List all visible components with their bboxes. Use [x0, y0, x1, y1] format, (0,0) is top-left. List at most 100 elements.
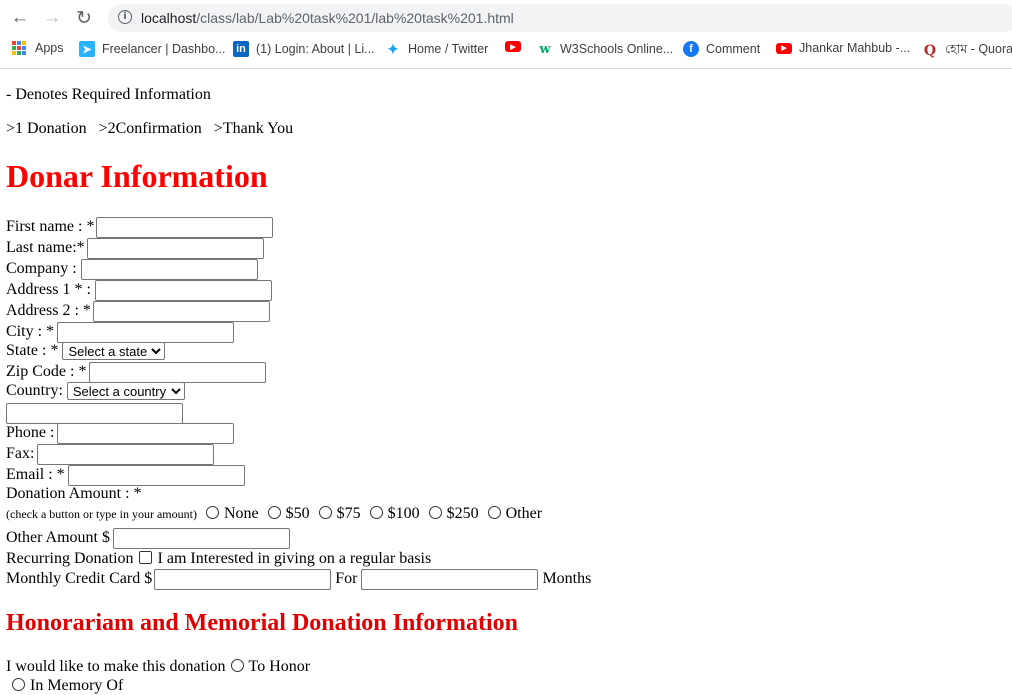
- step-indicator: >1 Donation >2Confirmation >Thank You: [6, 120, 294, 137]
- reload-icon[interactable]: ↻: [72, 6, 96, 30]
- first-name-label: First name : *: [6, 218, 95, 236]
- first-name-row: First name : *: [6, 217, 274, 238]
- twitter-icon: ✦: [387, 40, 399, 57]
- youtube-icon: ▶: [776, 42, 792, 54]
- forward-arrow-icon[interactable]: →: [40, 6, 64, 30]
- amount-label: Other: [505, 505, 543, 522]
- bookmark-youtube[interactable]: ▶: [505, 41, 528, 52]
- url-text: localhost/class/lab/Lab%20task%201/lab%2…: [141, 10, 514, 26]
- donation-hint: (check a button or type in your amount): [6, 507, 197, 521]
- months-input[interactable]: [361, 569, 539, 590]
- in-memory-radio[interactable]: [12, 678, 25, 691]
- recurring-label: Recurring Donation: [6, 550, 134, 567]
- fax-input[interactable]: [37, 444, 215, 465]
- amount-radio-100[interactable]: [369, 506, 383, 519]
- bookmark-freelancer[interactable]: ➤ Freelancer | Dashbo...: [79, 41, 225, 57]
- bookmark-quora[interactable]: Q হোম - Quora: [922, 41, 1012, 61]
- city-row: City : *: [6, 322, 235, 343]
- back-arrow-icon[interactable]: ←: [8, 6, 32, 30]
- to-honor-radio[interactable]: [230, 659, 244, 672]
- country-label: Country:: [6, 382, 63, 399]
- monthly-amount-input[interactable]: [154, 569, 332, 590]
- email-input[interactable]: [67, 465, 245, 486]
- email-label: Email : *: [6, 466, 65, 484]
- last-name-label: Last name:*: [6, 239, 85, 257]
- amount-label: $50: [285, 505, 310, 522]
- other-amount-input[interactable]: [113, 528, 290, 549]
- recurring-row: Recurring Donation I am Interested in giv…: [6, 550, 431, 568]
- required-note: - Denotes Required Information: [6, 86, 211, 103]
- last-name-row: Last name:*: [6, 238, 264, 259]
- bookmark-label: Apps: [35, 41, 64, 55]
- monthly-row: Monthly Credit Card $ For Months: [6, 569, 591, 590]
- site-info-icon[interactable]: i: [118, 10, 132, 24]
- amount-radio-other[interactable]: [487, 506, 501, 519]
- bookmark-linkedin[interactable]: in (1) Login: About | Li...: [233, 41, 375, 57]
- bookmark-label: (1) Login: About | Li...: [256, 42, 375, 56]
- donation-amount-row: (check a button or type in your amount) …: [6, 505, 542, 523]
- bookmark-label: W3Schools Online...: [560, 42, 674, 56]
- state-row: State : * Select a state: [6, 342, 166, 361]
- amount-radio-50[interactable]: [267, 506, 281, 519]
- bookmark-w3schools[interactable]: w W3Schools Online...: [537, 41, 673, 57]
- email-row: Email : *: [6, 465, 245, 486]
- bookmark-label: Freelancer | Dashbo...: [102, 42, 226, 56]
- address2-input[interactable]: [92, 301, 270, 322]
- address-bar[interactable]: i localhost/class/lab/Lab%20task%201/lab…: [108, 4, 1012, 32]
- company-label: Company :: [6, 260, 77, 278]
- phone-row: Phone :: [6, 423, 235, 444]
- url-host: localhost: [141, 10, 197, 26]
- monthly-label: Monthly Credit Card $: [6, 570, 153, 588]
- linkedin-icon: in: [233, 41, 249, 57]
- recurring-checkbox[interactable]: [138, 551, 152, 564]
- city-input[interactable]: [57, 322, 235, 343]
- youtube-icon: ▶: [505, 41, 521, 52]
- phone-label: Phone :: [6, 424, 55, 442]
- amount-radio-250[interactable]: [428, 506, 442, 519]
- address1-input[interactable]: [94, 280, 272, 301]
- zip-label: Zip Code : *: [6, 363, 87, 381]
- zip-input[interactable]: [89, 362, 267, 383]
- url-path: /class/lab/Lab%20task%201/lab%20task%201…: [196, 10, 514, 26]
- state-label: State : *: [6, 342, 59, 359]
- bookmark-twitter[interactable]: ✦ Home / Twitter: [385, 41, 488, 57]
- amount-radio-75[interactable]: [318, 506, 332, 519]
- bookmark-label: হোম - Quora: [945, 42, 1012, 56]
- bookmark-jhankar[interactable]: ▶ Jhankar Mahbub -...: [776, 41, 910, 55]
- other-amount-row: Other Amount $: [6, 528, 290, 549]
- zip-row: Zip Code : *: [6, 362, 267, 383]
- state-select[interactable]: Select a state: [62, 342, 166, 361]
- in-memory-label: In Memory Of: [30, 677, 124, 694]
- browser-toolbar: ← → ↻ i localhost/class/lab/Lab%20task%2…: [0, 0, 1012, 36]
- section-title: Honorariam and Memorial Donation Informa…: [6, 610, 518, 636]
- browser-chrome: ← → ↻ i localhost/class/lab/Lab%20task%2…: [0, 0, 1012, 69]
- amount-label: None: [223, 505, 259, 522]
- first-name-input[interactable]: [96, 217, 274, 238]
- recurring-check-label: I am Interested in giving on a regular b…: [157, 550, 432, 567]
- last-name-input[interactable]: [86, 238, 264, 259]
- bookmark-label: Comment: [706, 42, 761, 56]
- company-input[interactable]: [80, 259, 258, 280]
- amount-label: $250: [446, 505, 479, 522]
- amount-label: $100: [387, 505, 420, 522]
- other-amount-label: Other Amount $: [6, 529, 110, 547]
- phone-input[interactable]: [57, 423, 235, 444]
- donation-for-row: I would like to make this donation To Hon…: [6, 658, 310, 676]
- address1-row: Address 1 * :: [6, 280, 272, 301]
- donation-amount-label: Donation Amount : *: [6, 485, 142, 502]
- donation-for-label: I would like to make this donation: [6, 658, 226, 675]
- bookmark-facebook[interactable]: f Comment: [683, 41, 760, 57]
- bookmark-label: Home / Twitter: [408, 42, 489, 56]
- country-select[interactable]: Select a country: [66, 382, 185, 401]
- for-label: For: [335, 570, 358, 588]
- amount-radio-none[interactable]: [205, 506, 219, 519]
- bookmark-apps[interactable]: Apps: [12, 41, 64, 55]
- months-label: Months: [542, 570, 592, 588]
- in-memory-row: In Memory Of: [6, 677, 123, 695]
- country-row: Country: Select a country: [6, 382, 185, 401]
- city-label: City : *: [6, 323, 55, 341]
- facebook-icon: f: [683, 41, 699, 57]
- quora-icon: Q: [923, 43, 937, 59]
- address2-label: Address 2 : *: [6, 302, 91, 320]
- extra-input[interactable]: [6, 403, 183, 424]
